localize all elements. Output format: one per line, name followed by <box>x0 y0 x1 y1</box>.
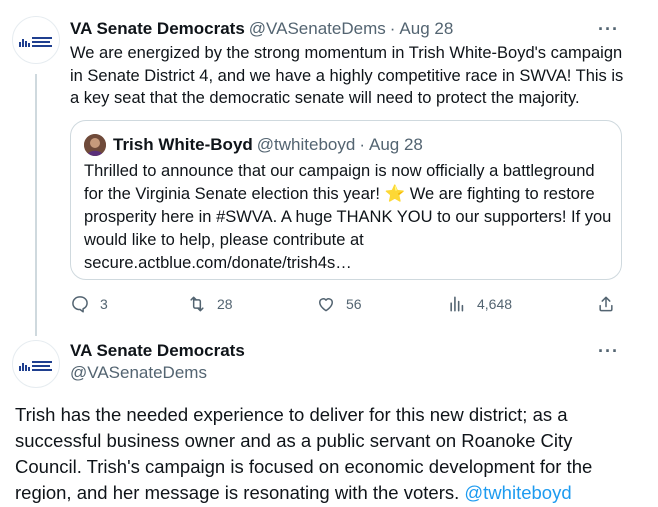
display-name[interactable]: VA Senate Democrats <box>70 19 245 39</box>
tweet-text: Trish has the needed experience to deliv… <box>15 402 615 506</box>
like-button[interactable]: 56 <box>316 292 362 316</box>
profile-photo-icon <box>84 134 106 156</box>
tweet-text: We are energized by the strong momentum … <box>70 44 624 107</box>
tweet-thread: VA Senate Democrats @VASenateDems · Aug … <box>0 0 658 507</box>
views-button[interactable]: 4,648 <box>447 292 512 316</box>
va-senate-logo-icon <box>19 37 52 47</box>
retweet-button[interactable]: 28 <box>187 292 233 316</box>
retweet-icon <box>190 296 204 312</box>
reply-button[interactable]: 3 <box>70 292 108 316</box>
avatar[interactable] <box>12 16 60 64</box>
more-options-button[interactable]: ··· <box>598 20 619 38</box>
handle[interactable]: @VASenateDems <box>249 19 386 39</box>
avatar[interactable] <box>84 134 106 156</box>
display-name[interactable]: VA Senate Democrats <box>70 341 245 361</box>
timestamp[interactable]: Aug 28 <box>369 135 423 155</box>
avatar[interactable] <box>12 340 60 388</box>
like-count: 56 <box>346 296 362 312</box>
display-name[interactable]: Trish White-Boyd <box>113 135 253 155</box>
tweet-author-name: VA Senate Democrats <box>70 341 245 361</box>
handle[interactable]: @twhiteboyd <box>257 135 356 155</box>
tweet-header: VA Senate Democrats @VASenateDems · Aug … <box>70 19 453 39</box>
timestamp[interactable]: Aug 28 <box>399 19 453 39</box>
va-senate-logo-icon <box>19 361 52 371</box>
more-options-button[interactable]: ··· <box>598 342 619 360</box>
share-button[interactable] <box>596 292 616 316</box>
tweet-actions: 3 28 56 4,648 <box>70 292 622 316</box>
separator: · <box>359 135 365 154</box>
handle[interactable]: @VASenateDems <box>70 363 207 383</box>
heart-icon <box>319 298 333 312</box>
separator: · <box>389 19 396 38</box>
analytics-icon <box>450 296 464 312</box>
quoted-tweet-text: Thrilled to announce that our campaign i… <box>84 160 614 275</box>
thread-connector-line <box>35 74 37 336</box>
mention-link[interactable]: @twhiteboyd <box>464 482 571 503</box>
quoted-tweet-header: Trish White-Boyd @twhiteboyd · Aug 28 <box>113 135 423 155</box>
view-count: 4,648 <box>477 296 513 312</box>
star-emoji-icon: ⭐ <box>384 185 406 203</box>
retweet-count: 28 <box>217 296 233 312</box>
quoted-tweet-card[interactable]: Trish White-Boyd @twhiteboyd · Aug 28 Th… <box>70 120 622 280</box>
share-icon <box>599 296 613 312</box>
tweet-author-handle: @VASenateDems <box>70 363 207 383</box>
reply-count: 3 <box>100 296 108 312</box>
reply-icon <box>72 296 88 313</box>
